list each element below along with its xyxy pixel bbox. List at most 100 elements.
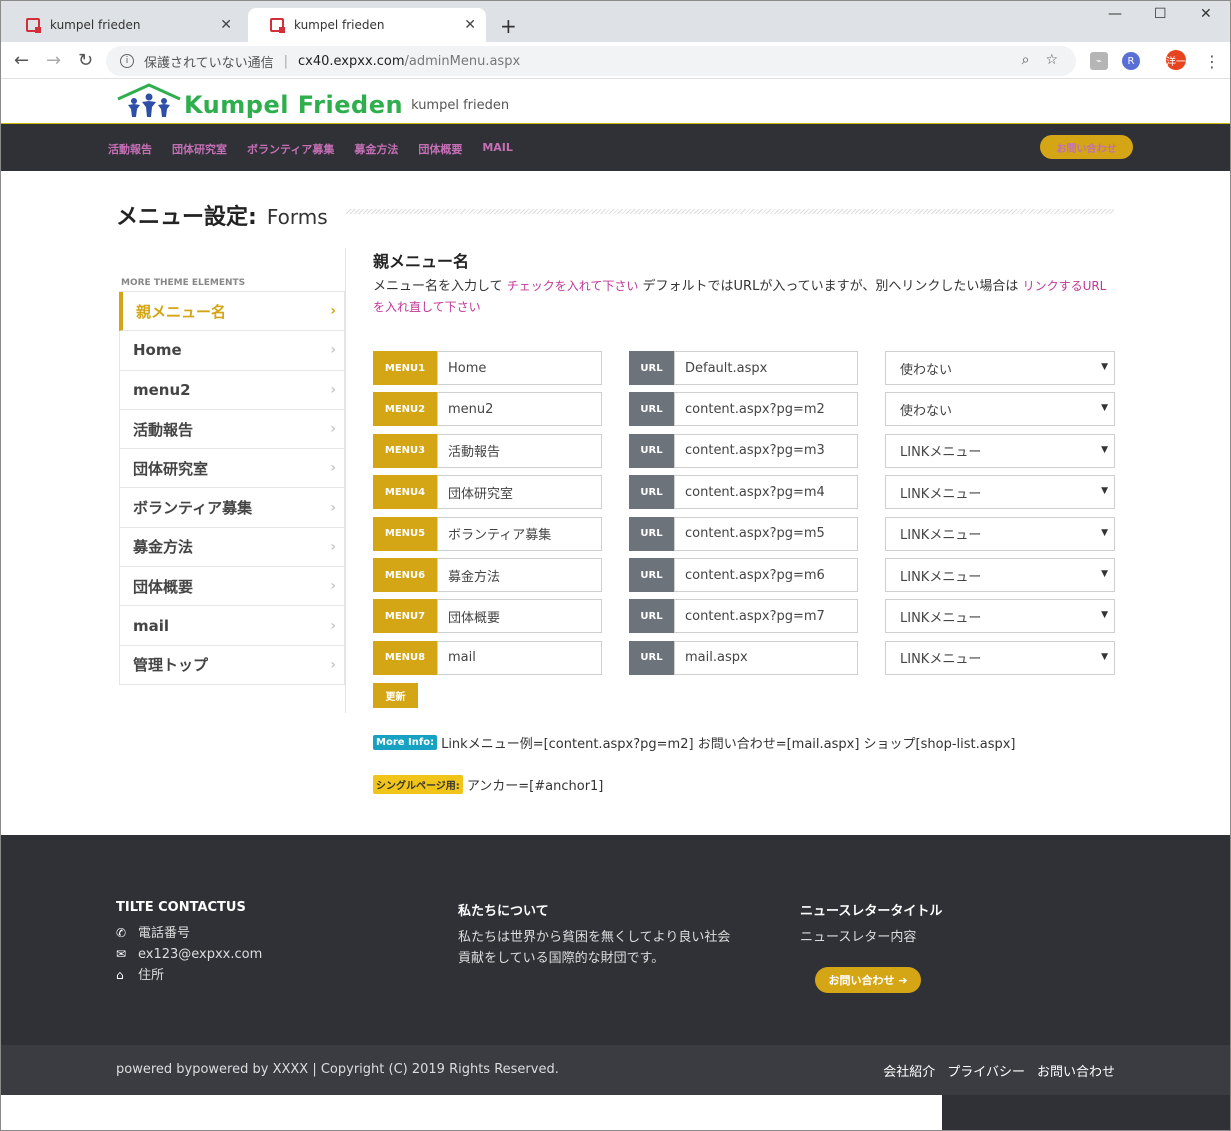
sidebar-divider [345,248,346,713]
nav-link[interactable]: MAIL [482,141,513,157]
profile-avatar[interactable]: 洋一 [1166,50,1186,70]
logo-text: Kumpel Frieden [184,91,404,119]
single-page-note: シングルページ用: アンカー=[#anchor1] [373,775,603,794]
menu-name-input[interactable]: 活動報告 [437,433,602,468]
minimize-button[interactable]: — [1108,6,1122,22]
menu-name-input[interactable]: 団体研究室 [437,475,602,510]
sidebar-item-lab[interactable]: 団体研究室 › [119,449,345,489]
menu-kebab-icon[interactable]: ⋮ [1204,52,1220,71]
browser-tab[interactable]: kumpel frieden ✕ [4,8,242,42]
back-arrow-icon[interactable]: ← [14,50,29,71]
sidebar-item-label: 募金方法 [133,538,194,557]
menu-label: MENU2 [373,392,437,427]
footer-about-line: 私たちは世界から貧困を無くしてより良い社会 [458,930,731,945]
address-text: 住所 [138,968,165,983]
sidebar-item-label: ボランティア募集 [133,499,253,518]
link-type-select[interactable]: 使わない ▼ [885,351,1115,385]
bookmark-star-icon[interactable]: ☆ [1045,52,1058,68]
dropdown-arrow-icon: ▼ [1101,403,1108,414]
extension-r-icon[interactable]: R [1122,52,1140,70]
url-input[interactable]: mail.aspx [674,640,858,675]
contact-button[interactable]: お問い合わせ [1040,135,1133,159]
menu-name-input[interactable]: 募金方法 [437,558,602,592]
footer-links: 会社紹介 プライバシー お問い合わせ [883,1061,1115,1080]
sidebar-item-menu2[interactable]: menu2 › [119,370,345,410]
menu-name-input[interactable]: menu2 [437,392,602,427]
more-info-note: More Info: Linkメニュー例=[content.aspx?pg=m2… [373,733,1016,752]
address-bar[interactable]: i 保護されていない通信 | cx40.expxx.com/adminMenu.… [106,46,1076,76]
site-logo[interactable]: Kumpel Frieden kumpel frieden [116,83,509,119]
browser-toolbar: ← → ↻ i 保護されていない通信 | cx40.expxx.com/admi… [0,42,1231,79]
select-value: LINKメニュー [900,528,982,544]
url-input[interactable]: content.aspx?pg=m2 [674,392,858,427]
browser-tab-bar: kumpel frieden ✕ kumpel frieden ✕ + — ☐ … [0,0,1231,42]
link-type-select[interactable]: LINKメニュー ▼ [885,433,1115,468]
info-icon[interactable]: i [120,54,134,68]
url-input[interactable]: content.aspx?pg=m7 [674,599,858,634]
menu-label: MENU4 [373,475,437,510]
update-button[interactable]: 更新 [373,683,418,708]
pdf-extension-icon[interactable]: ⌁ [1090,52,1108,70]
new-tab-button[interactable]: + [500,14,517,38]
url-input[interactable]: content.aspx?pg=m4 [674,475,858,510]
link-type-select[interactable]: LINKメニュー ▼ [885,599,1115,634]
forward-arrow-icon[interactable]: → [46,50,61,71]
sidebar-item-label: 団体研究室 [133,459,209,478]
phone-icon: ✆ [116,926,127,940]
footer-link-privacy[interactable]: プライバシー [947,1061,1025,1080]
close-tab-icon[interactable]: ✕ [220,17,232,33]
url-label: URL [629,433,674,468]
url-input[interactable]: content.aspx?pg=m3 [674,433,858,468]
url-input[interactable]: Default.aspx [674,351,858,385]
link-type-select[interactable]: LINKメニュー ▼ [885,558,1115,592]
desc-text: デフォルトではURLが入っていますが、別へリンクしたい場合は [638,279,1023,294]
sidebar-item-admin-top[interactable]: 管理トップ › [119,645,345,685]
nav-link[interactable]: ボランティア募集 [247,141,334,157]
sidebar-item-activity[interactable]: 活動報告 › [119,409,345,450]
link-type-select[interactable]: LINKメニュー ▼ [885,640,1115,675]
chevron-right-icon: › [330,421,336,438]
footer-email[interactable]: ✉ ex123@expxx.com [116,944,262,965]
desc-text: メニュー名を入力して [373,279,507,294]
dropdown-arrow-icon: ▼ [1101,569,1108,579]
maximize-button[interactable]: ☐ [1154,6,1167,22]
chevron-right-icon: › [330,381,336,398]
nav-link[interactable]: 団体概要 [418,141,462,157]
page-title-bold: メニュー設定: [116,205,257,230]
link-type-select[interactable]: 使わない ▼ [885,392,1115,427]
nav-link[interactable]: 団体研究室 [172,141,227,157]
link-type-select[interactable]: LINKメニュー ▼ [885,475,1115,510]
sidebar-item-label: 親メニュー名 [136,302,227,321]
sidebar-item-overview[interactable]: 団体概要 › [119,567,345,607]
site-footer: TILTE CONTACTUS ✆ 電話番号 ✉ ex123@expxx.com ⌂… [0,835,1231,1045]
footer-newsletter: ニュースレタータイトル ニュースレター内容 [800,900,942,948]
url-label: URL [629,599,674,634]
menu-name-input[interactable]: 団体概要 [437,599,602,634]
menu-name-input[interactable]: mail [437,640,602,675]
sidebar-item-volunteer[interactable]: ボランティア募集 › [119,488,345,528]
footer-contact-button[interactable]: お問い合わせ ➔ [815,967,921,993]
footer-newsletter-title: ニュースレタータイトル [800,904,943,919]
nav-link[interactable]: 募金方法 [354,141,398,157]
link-type-select[interactable]: LINKメニュー ▼ [885,516,1115,551]
zoom-icon[interactable]: ⌕ [1022,52,1030,68]
reload-icon[interactable]: ↻ [78,50,93,71]
sidebar-item-parent-menu[interactable]: 親メニュー名 › [119,292,345,332]
menu-name-input[interactable]: Home [437,351,602,385]
close-window-button[interactable]: ✕ [1200,6,1212,22]
url-input[interactable]: content.aspx?pg=m5 [674,516,858,551]
menu-name-input[interactable]: ボランティア募集 [437,516,602,551]
sidebar-item-mail[interactable]: mail › [119,606,345,646]
nav-link[interactable]: 活動報告 [108,141,152,157]
footer-about-title: 私たちについて [458,904,549,919]
url-host: cx40.expxx.com [298,53,405,69]
footer-link-contact[interactable]: お問い合わせ [1037,1061,1115,1080]
menu-label: MENU3 [373,433,437,468]
sidebar-item-donation[interactable]: 募金方法 › [119,527,345,568]
sidebar-item-home[interactable]: Home › [119,331,345,371]
footer-phone: ✆ 電話番号 [116,923,262,944]
url-input[interactable]: content.aspx?pg=m6 [674,558,858,592]
close-tab-icon[interactable]: ✕ [464,17,476,33]
footer-link-company[interactable]: 会社紹介 [883,1061,935,1080]
browser-tab-active[interactable]: kumpel frieden ✕ [248,8,486,42]
